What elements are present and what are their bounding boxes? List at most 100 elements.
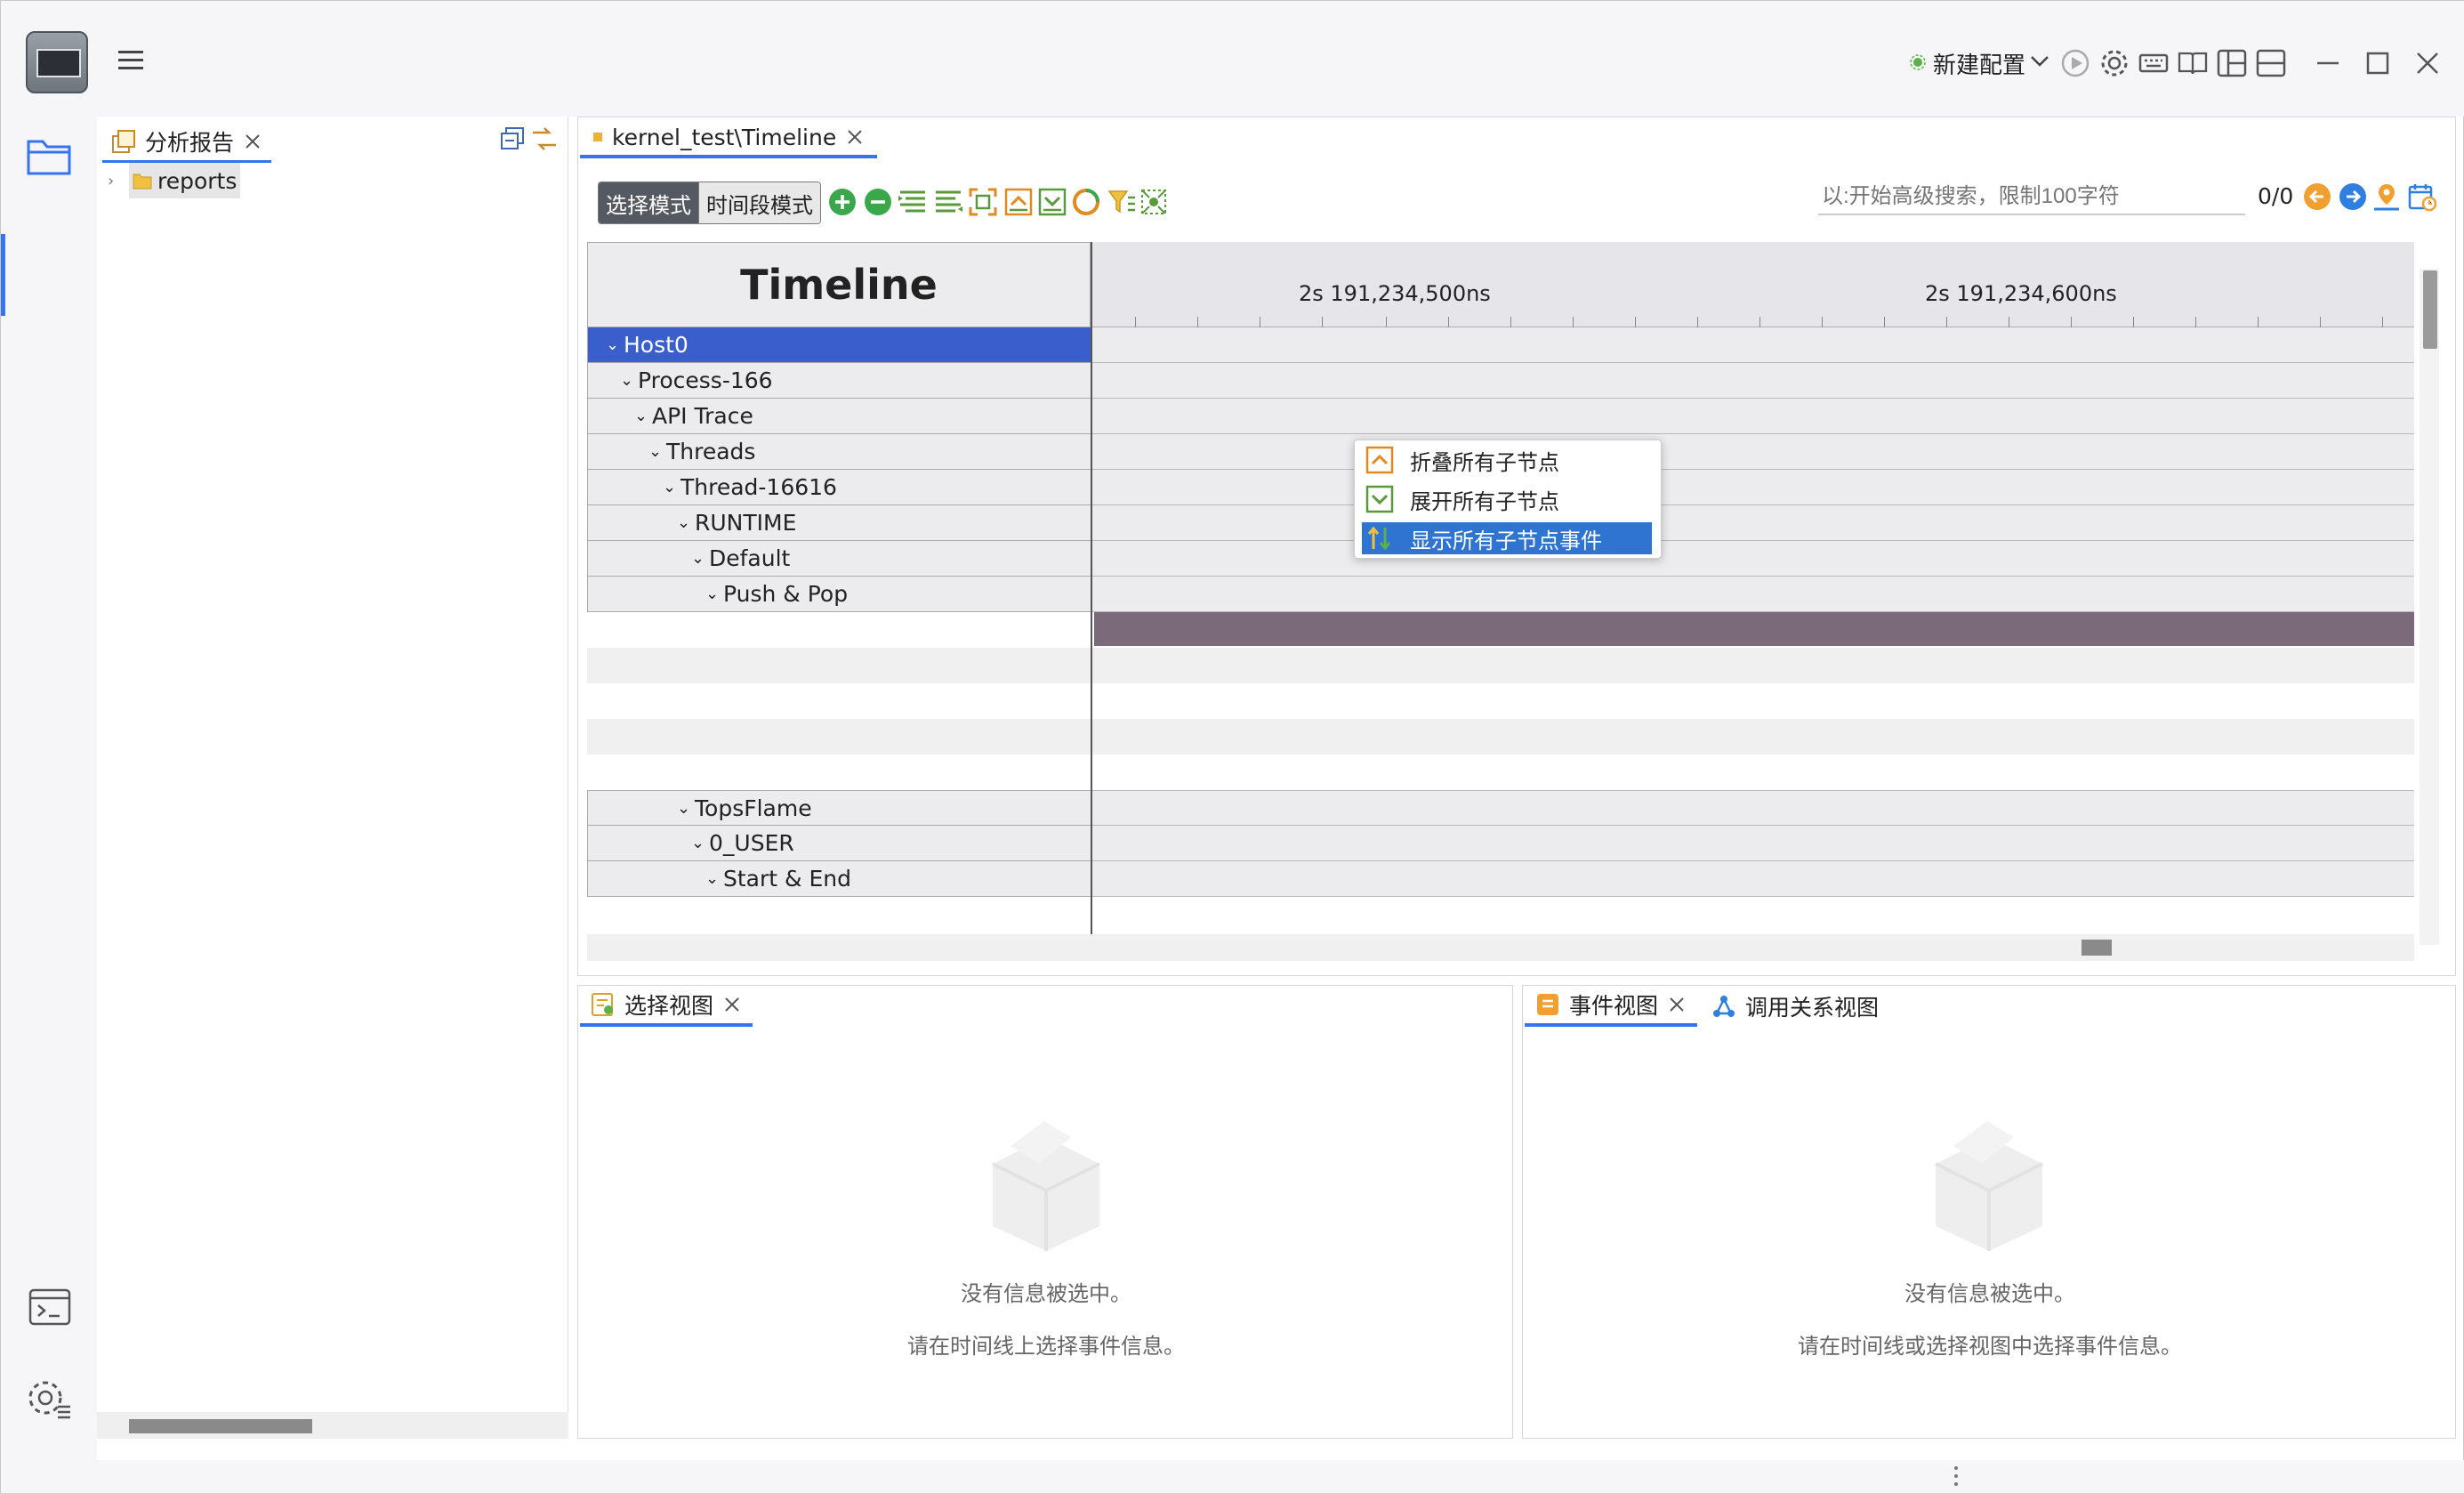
vertical-scrollbar[interactable]: [2420, 269, 2439, 945]
chevron-down-icon[interactable]: ⌄: [705, 869, 723, 888]
time-ruler[interactable]: 2s 191,234,500ns 2s 191,234,600ns: [1091, 242, 2414, 327]
row-label: RUNTIME: [695, 510, 797, 536]
time-range-mode-button[interactable]: 时间段模式: [698, 182, 820, 223]
align-right-icon[interactable]: [932, 187, 964, 219]
timeline-track[interactable]: [1092, 541, 2414, 577]
chevron-down-icon[interactable]: ⌄: [691, 834, 709, 852]
timeline-row-topsflame[interactable]: ⌄ TopsFlame: [587, 790, 1091, 826]
timeline-track[interactable]: [1092, 861, 2414, 897]
collapse-rows-icon[interactable]: [1003, 187, 1035, 219]
refresh-icon[interactable]: [1071, 187, 1103, 219]
tab-call-graph-view[interactable]: 调用关系视图: [1701, 986, 1889, 1027]
timeline-track[interactable]: [1092, 790, 2414, 826]
settings-gear-icon[interactable]: [2098, 47, 2130, 79]
chevron-down-icon[interactable]: [2029, 52, 2050, 70]
push-pop-event-bar[interactable]: [1094, 612, 2414, 646]
app-window: 新建配置 分析报告 › reports kernel_test\Timeline…: [0, 0, 2464, 1493]
active-indicator: [1, 234, 5, 316]
close-tab-icon[interactable]: [243, 132, 262, 151]
tab-selection-view[interactable]: 选择视图: [580, 986, 753, 1027]
settings-manage-icon[interactable]: [26, 1376, 72, 1421]
tree-expand-arrow[interactable]: ›: [108, 172, 114, 190]
filter-icon[interactable]: [1107, 187, 1139, 219]
chevron-down-icon[interactable]: ⌄: [648, 442, 666, 461]
menu-item-expand-all[interactable]: 展开所有子节点: [1362, 483, 1652, 515]
chevron-down-icon[interactable]: ⌄: [691, 549, 709, 568]
locate-marker-icon[interactable]: [2371, 182, 2402, 212]
zoom-in-icon[interactable]: [827, 187, 859, 219]
layout-panel-icon[interactable]: [2255, 47, 2287, 79]
empty-row: [587, 648, 2414, 683]
event-view-icon: [1535, 992, 1560, 1017]
next-result-icon[interactable]: [2338, 182, 2368, 212]
chevron-down-icon[interactable]: ⌄: [677, 799, 695, 818]
close-tab-icon[interactable]: [1667, 995, 1687, 1014]
timeline-row-process[interactable]: ⌄ Process-166: [587, 363, 1091, 399]
tab-analysis-report[interactable]: 分析报告: [102, 122, 272, 163]
chevron-down-icon[interactable]: ⌄: [705, 585, 723, 603]
timeline-row-push-pop[interactable]: ⌄ Push & Pop: [587, 577, 1091, 612]
row-label: Default: [709, 545, 791, 571]
zoom-out-icon[interactable]: [863, 187, 895, 219]
close-tab-icon[interactable]: [722, 995, 742, 1014]
run-icon[interactable]: [2059, 47, 2091, 79]
link-editor-icon[interactable]: [529, 124, 560, 154]
timeline-track[interactable]: [1092, 399, 2414, 434]
timeline-track[interactable]: [1092, 434, 2414, 470]
timeline-row-runtime[interactable]: ⌄ RUNTIME: [587, 505, 1091, 541]
ruler-tick: [2071, 317, 2072, 327]
fit-to-window-icon[interactable]: [968, 187, 1000, 219]
tab-event-view[interactable]: 事件视图: [1525, 986, 1698, 1027]
book-icon[interactable]: [2177, 47, 2209, 79]
timeline-row-0-user[interactable]: ⌄ 0_USER: [587, 826, 1091, 861]
advanced-search-input[interactable]: [1818, 180, 2245, 215]
timeline-track[interactable]: [1092, 577, 2414, 612]
close-tab-icon[interactable]: [845, 127, 865, 147]
chevron-down-icon[interactable]: ⌄: [620, 371, 638, 390]
graph-layout-icon[interactable]: [1139, 187, 1171, 219]
time-settings-icon[interactable]: [2407, 182, 2437, 212]
chevron-down-icon[interactable]: ⌄: [606, 335, 624, 354]
timeline-track[interactable]: [1092, 327, 2414, 363]
minimize-icon[interactable]: [2312, 47, 2344, 79]
maximize-icon[interactable]: [2362, 47, 2394, 79]
select-mode-button[interactable]: 选择模式: [599, 182, 698, 223]
tree-item-reports[interactable]: › reports: [108, 163, 241, 198]
call-graph-icon: [1711, 994, 1736, 1019]
layout-split-icon[interactable]: [2216, 47, 2248, 79]
chevron-down-icon[interactable]: ⌄: [663, 478, 680, 496]
timeline-row-api-trace[interactable]: ⌄ API Trace: [587, 399, 1091, 434]
timeline-row-thread[interactable]: ⌄ Thread-16616: [587, 470, 1091, 505]
scrollbar-thumb[interactable]: [129, 1419, 312, 1433]
timeline-track[interactable]: [1092, 363, 2414, 399]
horizontal-scrollbar[interactable]: [587, 934, 2414, 961]
timeline-row-default[interactable]: ⌄ Default: [587, 541, 1091, 577]
scrollbar-thumb[interactable]: [2082, 940, 2112, 956]
keyboard-icon[interactable]: [2138, 47, 2170, 79]
more-vertical-icon[interactable]: [1953, 1464, 1960, 1489]
menu-item-collapse-all[interactable]: 折叠所有子节点: [1362, 444, 1652, 476]
timeline-row-host0[interactable]: ⌄ Host0: [587, 327, 1091, 363]
tab-kernel-test-timeline[interactable]: kernel_test\Timeline: [580, 119, 878, 158]
align-left-icon[interactable]: [897, 187, 929, 219]
menu-item-label: 折叠所有子节点: [1410, 449, 1559, 475]
config-selector[interactable]: 新建配置: [1933, 47, 2025, 80]
folder-icon[interactable]: [26, 134, 72, 177]
ruler-tick: [1386, 317, 1387, 327]
previous-result-icon[interactable]: [2302, 182, 2332, 212]
scrollbar-thumb[interactable]: [2423, 270, 2437, 349]
timeline-row-start-end[interactable]: ⌄ Start & End: [587, 861, 1091, 897]
timeline-track[interactable]: [1092, 826, 2414, 861]
chevron-down-icon[interactable]: ⌄: [677, 513, 695, 532]
collapse-all-icon[interactable]: [499, 125, 526, 152]
expand-rows-icon[interactable]: [1037, 187, 1069, 219]
hamburger-menu-icon[interactable]: [117, 47, 147, 74]
terminal-icon[interactable]: [28, 1287, 72, 1327]
timeline-divider[interactable]: [1091, 242, 1092, 934]
chevron-down-icon[interactable]: ⌄: [634, 407, 652, 425]
close-icon[interactable]: [2412, 47, 2444, 79]
timeline-track[interactable]: [1092, 470, 2414, 505]
menu-item-show-all-events[interactable]: 显示所有子节点事件: [1362, 522, 1652, 554]
timeline-track[interactable]: [1092, 505, 2414, 541]
timeline-row-threads[interactable]: ⌄ Threads: [587, 434, 1091, 470]
